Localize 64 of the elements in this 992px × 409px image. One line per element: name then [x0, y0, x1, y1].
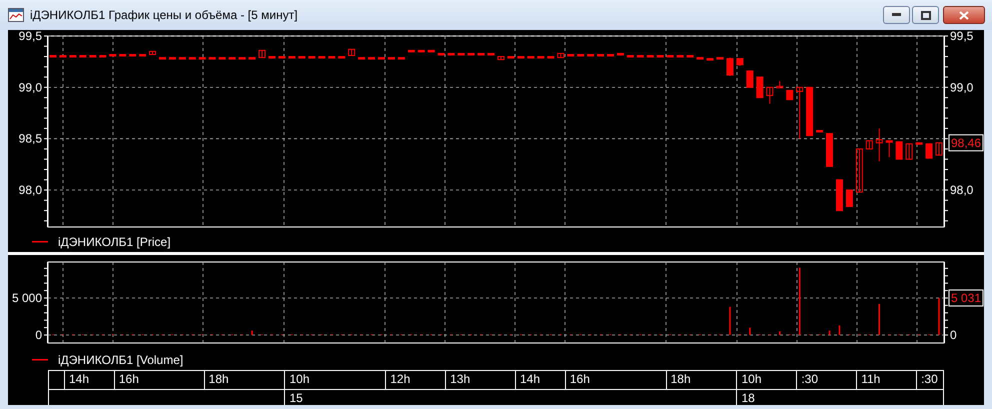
- close-icon: [959, 10, 969, 20]
- time-axis-cell: 18h: [204, 371, 284, 389]
- candlestick: [776, 80, 784, 88]
- candlestick: [826, 133, 833, 167]
- time-axis-cell: 16h: [564, 371, 666, 389]
- time-axis-cell: 10h: [284, 371, 386, 389]
- candlestick: [806, 86, 814, 136]
- candlestick: [726, 57, 734, 77]
- axis-label: 5 000: [12, 290, 42, 305]
- candlestick: [926, 143, 933, 159]
- candlestick: [896, 141, 903, 160]
- candlestick: [866, 140, 873, 150]
- minimize-button[interactable]: [883, 6, 910, 24]
- axis-label: 99,5: [18, 30, 42, 43]
- time-axis-cell: 11h: [856, 371, 916, 389]
- minimize-icon: [892, 13, 901, 17]
- candlestick: [886, 140, 893, 158]
- time-axis-cell: 14h: [64, 371, 114, 389]
- candlestick: [906, 143, 913, 160]
- candlestick: [736, 58, 744, 66]
- candlestick: [856, 148, 863, 193]
- axis-label: 99,0: [18, 80, 42, 94]
- candlestick: [916, 142, 923, 145]
- axis-label: 0: [950, 328, 957, 342]
- candlestick: [756, 76, 764, 98]
- time-axis-cell: 18h: [666, 371, 736, 389]
- chart-icon: [8, 8, 24, 22]
- candlestick: [836, 179, 843, 212]
- candlestick: [876, 128, 883, 162]
- axis-label: 99,5: [950, 30, 974, 43]
- candlestick: [557, 52, 564, 58]
- last-volume-label: 5 031: [948, 289, 984, 306]
- candlestick: [497, 56, 504, 60]
- axis-label: 98,0: [18, 183, 42, 198]
- candlestick: [348, 48, 356, 56]
- candlestick: [149, 50, 156, 55]
- time-axis-cell: 14h: [514, 371, 565, 389]
- maximize-button[interactable]: [912, 6, 939, 24]
- candlestick: [846, 190, 853, 207]
- time-axis-cell: 12h: [385, 371, 446, 389]
- candlestick: [936, 142, 943, 156]
- time-axis-cell: 16h: [114, 371, 204, 389]
- time-axis-cell: :30: [916, 371, 944, 389]
- candlestick: [786, 90, 794, 100]
- time-axis-cell: 10h: [736, 371, 796, 389]
- axis-label: 98,5: [18, 132, 42, 146]
- candlestick: [258, 50, 266, 58]
- series-legend: iДЭНИКОЛБ1 [Price]: [58, 235, 171, 249]
- candlestick: [816, 130, 824, 132]
- last-price-label: 98,46: [948, 134, 984, 152]
- candlestick: [766, 86, 774, 104]
- window-title: iДЭНИКОЛБ1 График цены и объёма - [5 минут]: [30, 8, 299, 22]
- time-axis-cell: 13h: [445, 371, 515, 389]
- time-axis-cell: :30: [796, 371, 856, 389]
- axis-label: 99,0: [950, 80, 974, 94]
- axis-label: 0: [35, 328, 42, 342]
- restore-icon: [920, 10, 930, 20]
- time-axis-cell: 15: [284, 390, 736, 405]
- candlestick: [796, 86, 804, 140]
- axis-label: 98,0: [950, 183, 974, 198]
- series-legend: iДЭНИКОЛБ1 [Volume]: [58, 353, 184, 367]
- candlestick: [746, 70, 754, 88]
- close-button[interactable]: [943, 6, 985, 24]
- time-axis-cell: 18: [736, 390, 943, 405]
